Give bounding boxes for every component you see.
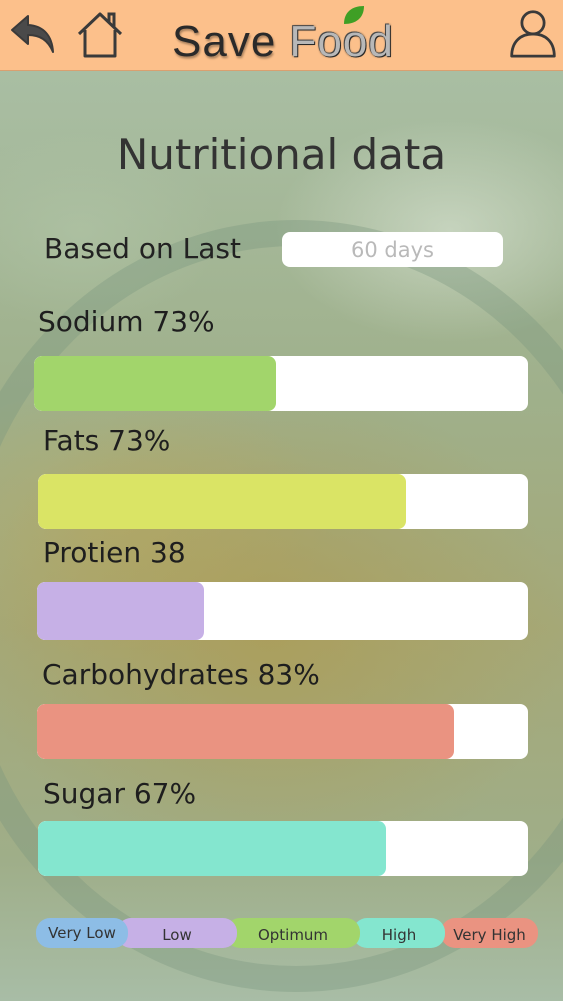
legend-high: High [353, 918, 445, 948]
metric-label-sodium: Sodium 73% [38, 305, 215, 338]
metric-bar-fats [38, 474, 528, 529]
legend-very-low: Very Low [36, 918, 128, 948]
leaf-icon [344, 6, 364, 24]
metric-bar-sugar [38, 821, 528, 876]
metric-fill-sugar [38, 821, 386, 876]
metric-fill-protein [37, 582, 204, 640]
metric-bar-carbohydrates [37, 704, 528, 759]
home-icon[interactable] [75, 10, 125, 60]
legend-very-high: Very High [441, 918, 538, 948]
brand-word-save: Save [172, 17, 277, 66]
metric-label-carbohydrates: Carbohydrates 83% [42, 658, 320, 691]
legend-optimum: Optimum [226, 918, 360, 948]
metric-bar-protein [37, 582, 528, 640]
metric-fill-sodium [34, 356, 277, 411]
page-title: Nutritional data [116, 130, 447, 180]
metric-label-protein: Protien 38 [43, 536, 186, 569]
metric-fill-fats [38, 474, 406, 529]
back-arrow-icon[interactable] [8, 10, 58, 60]
profile-icon[interactable] [508, 8, 558, 58]
range-days-field[interactable] [282, 232, 503, 267]
top-bar: Save Food [0, 0, 563, 71]
legend-low: Low [117, 918, 237, 948]
range-label: Based on Last [44, 232, 241, 265]
metric-label-fats: Fats 73% [43, 424, 171, 457]
metric-fill-carbohydrates [37, 704, 455, 759]
level-legend: Very Low Low Optimum High Very High [36, 918, 538, 948]
metric-bar-sodium [34, 356, 528, 411]
metric-label-sugar: Sugar 67% [43, 777, 197, 810]
